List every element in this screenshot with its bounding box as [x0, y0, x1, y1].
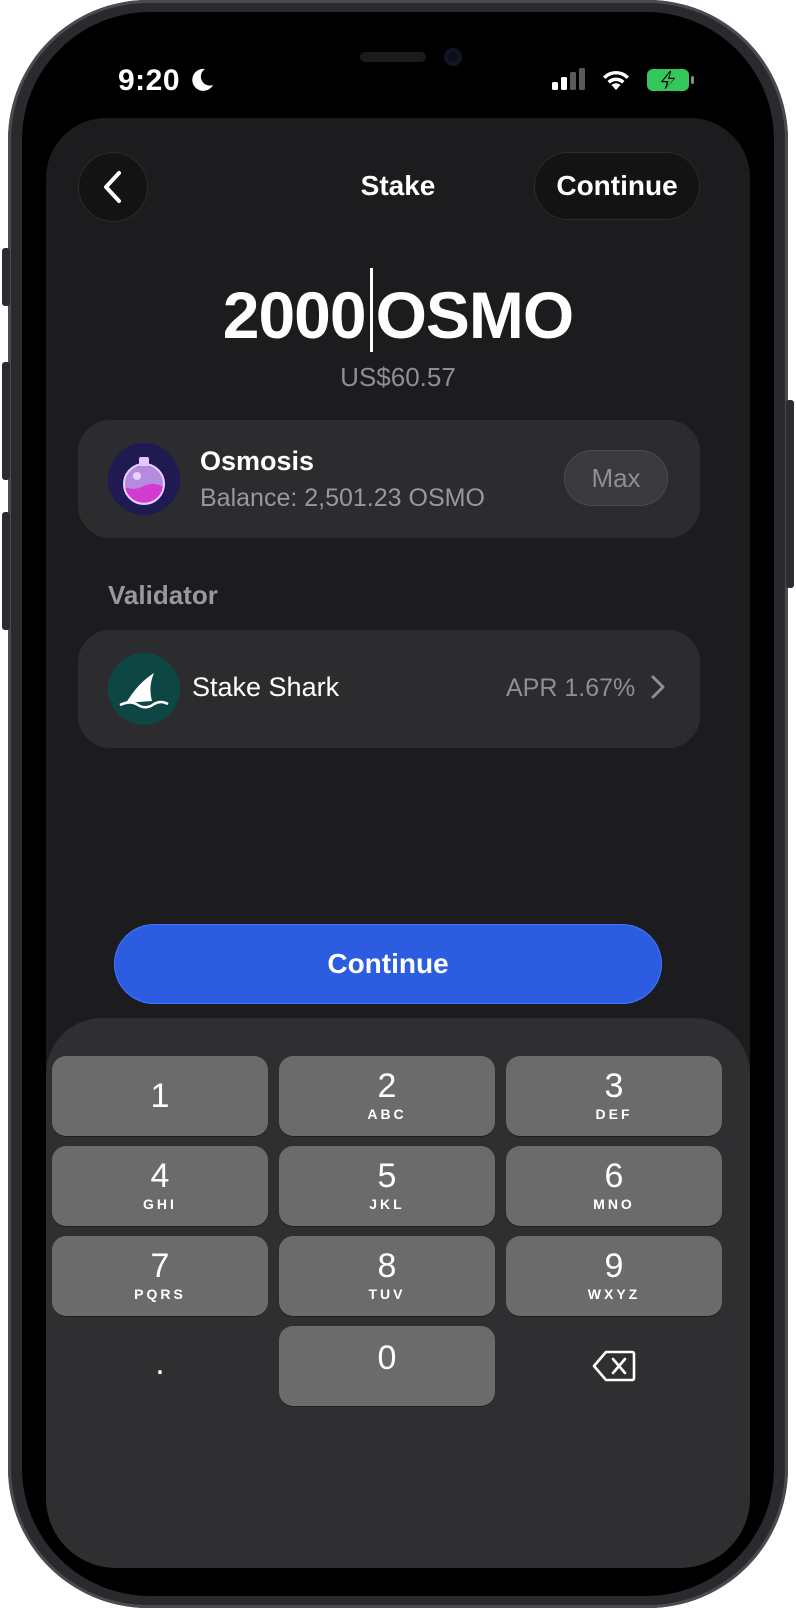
key-letters: MNO	[593, 1196, 635, 1212]
cellular-signal-icon	[552, 68, 585, 90]
key-delete[interactable]	[506, 1326, 722, 1406]
validator-section-label: Validator	[108, 580, 218, 610]
key-letters: GHI	[143, 1196, 177, 1212]
key-decimal[interactable]: .	[52, 1326, 268, 1406]
key-1[interactable]: 1	[52, 1056, 268, 1136]
validator-name: Stake Shark	[192, 672, 340, 702]
status-bar: 9:20	[0, 58, 796, 102]
key-3[interactable]: 3 DEF	[506, 1056, 722, 1136]
key-letters: PQRS	[134, 1286, 186, 1302]
key-6[interactable]: 6 MNO	[506, 1146, 722, 1226]
amount-input[interactable]: 2000 OSMO	[46, 268, 750, 353]
side-button-right	[786, 400, 794, 588]
key-letters: WXYZ	[587, 1286, 641, 1302]
key-9[interactable]: 9 WXYZ	[506, 1236, 722, 1316]
backspace-icon	[592, 1350, 636, 1382]
text-caret	[369, 268, 373, 352]
key-number: 8	[377, 1247, 397, 1285]
key-0[interactable]: 0	[279, 1326, 495, 1406]
key-number: 0	[377, 1339, 397, 1377]
key-decimal-label: .	[155, 1344, 165, 1382]
validator-apr: APR 1.67%	[506, 674, 636, 702]
key-letters: JKL	[369, 1196, 405, 1212]
chevron-right-icon	[651, 675, 665, 699]
stake-screen: Stake Continue 2000 OSMO US$60.57 Osmosis…	[46, 118, 750, 1568]
key-letters: DEF	[595, 1106, 633, 1122]
wifi-icon	[603, 70, 629, 90]
key-7[interactable]: 7 PQRS	[52, 1236, 268, 1316]
side-button-left-1	[2, 248, 10, 306]
moon-icon	[192, 68, 213, 91]
key-letters: TUV	[368, 1286, 406, 1302]
asset-card[interactable]: Osmosis Balance: 2,501.23 OSMO Max	[78, 420, 700, 538]
key-letters: ABC	[367, 1106, 407, 1122]
validator-row[interactable]: Stake Shark APR 1.67%	[78, 630, 700, 748]
key-4[interactable]: 4 GHI	[52, 1146, 268, 1226]
key-2[interactable]: 2 ABC	[279, 1056, 495, 1136]
key-8[interactable]: 8 TUV	[279, 1236, 495, 1316]
key-number: 2	[377, 1067, 397, 1105]
fiat-equivalent: US$60.57	[340, 362, 456, 392]
osmosis-potion-icon	[108, 443, 180, 515]
key-number: 4	[150, 1157, 170, 1195]
status-time: 9:20	[118, 64, 181, 97]
amount-unit: OSMO	[375, 278, 575, 352]
side-button-left-2	[2, 362, 10, 480]
key-number: 9	[604, 1247, 624, 1285]
continue-button[interactable]: Continue	[114, 924, 662, 1004]
key-number: 6	[604, 1157, 624, 1195]
key-number: 3	[604, 1067, 624, 1105]
max-button[interactable]: Max	[564, 450, 668, 506]
side-button-left-3	[2, 512, 10, 630]
battery-charging-icon	[647, 69, 694, 91]
header-continue-button[interactable]: Continue	[534, 152, 700, 220]
key-number: 1	[150, 1077, 170, 1115]
key-number: 7	[150, 1247, 170, 1285]
asset-name: Osmosis	[200, 446, 315, 476]
asset-balance: Balance: 2,501.23 OSMO	[200, 484, 485, 512]
key-5[interactable]: 5 JKL	[279, 1146, 495, 1226]
key-number: 5	[377, 1157, 397, 1195]
amount-value: 2000	[222, 278, 367, 352]
shark-fin-icon	[108, 653, 180, 725]
